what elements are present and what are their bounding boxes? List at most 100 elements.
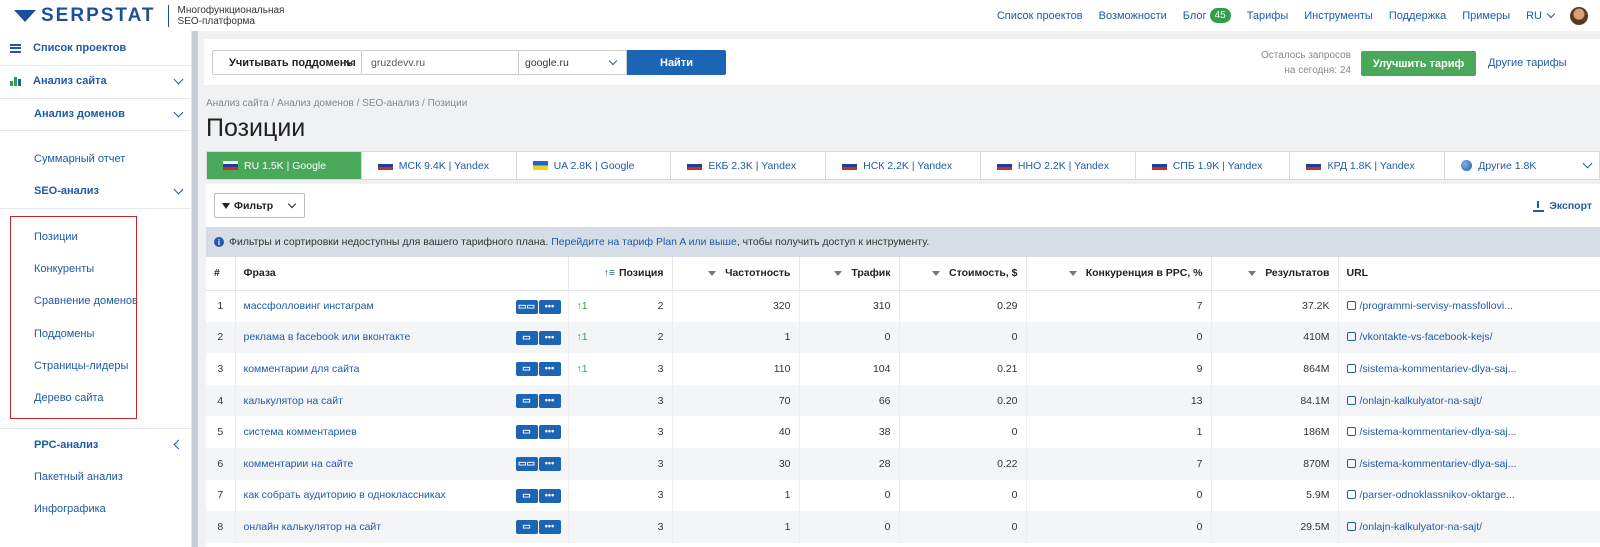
logo[interactable]: SERPSTAT Многофункциональная SEO-платфор… bbox=[14, 4, 298, 27]
tab-region-msk[interactable]: МСК 9.4K | Yandex bbox=[362, 152, 517, 179]
filter-button[interactable]: Фильтр bbox=[214, 193, 305, 218]
tab-region-nno[interactable]: ННО 2.2K | Yandex bbox=[981, 152, 1136, 179]
url-link[interactable]: /onlajn-kalkulyator-na-sajt/ bbox=[1360, 395, 1483, 407]
keyword-text[interactable]: как собрать аудиторию в одноклассниках bbox=[244, 489, 446, 501]
chevron-left-icon[interactable] bbox=[173, 439, 184, 450]
upgrade-button[interactable]: Улучшить тариф bbox=[1361, 51, 1476, 76]
url-link[interactable]: /parser-odnoklassnikov-oktarge... bbox=[1360, 489, 1515, 501]
more-icon[interactable]: ••• bbox=[538, 362, 561, 377]
nav-support[interactable]: Поддержка bbox=[1389, 10, 1446, 22]
comment-icon[interactable]: ▭ bbox=[515, 520, 538, 535]
url-cell[interactable]: /sistema-kommentariev-dlya-saj... bbox=[1338, 353, 1600, 385]
url-link[interactable]: /onlajn-kalkulyator-na-sajt/ bbox=[1360, 521, 1483, 533]
region-tabs: RU 1.5K | Google МСК 9.4K | Yandex UA 2.… bbox=[206, 151, 1600, 180]
url-cell[interactable]: /sistema-kommentariev-dlya-saj... bbox=[1338, 416, 1600, 448]
nav-projects[interactable]: Список проектов bbox=[997, 10, 1083, 22]
domain-input[interactable]: gruzdevv.ru bbox=[362, 50, 519, 75]
comment-icon[interactable]: ▭ bbox=[515, 330, 538, 345]
url-cell[interactable]: /onlajn-kalkulyator-na-sajt/ bbox=[1338, 384, 1600, 417]
row-number: 6 bbox=[206, 447, 236, 480]
keyword-phrase[interactable]: комментарии для сайта ▭ ••• bbox=[235, 353, 569, 385]
url-cell[interactable]: /sistema-kommentariev-dlya-saj... bbox=[1338, 447, 1600, 480]
keyword-text[interactable]: комментарии на сайте bbox=[244, 458, 354, 470]
subdomains-dropdown[interactable]: Учитывать поддомены bbox=[212, 50, 362, 75]
col-header-competition[interactable]: Конкуренция в PPC, % bbox=[1026, 257, 1212, 291]
url-link[interactable]: /sistema-kommentariev-dlya-saj... bbox=[1360, 458, 1517, 470]
nav-blog[interactable]: Блог 45 bbox=[1183, 8, 1231, 23]
keyword-phrase[interactable]: онлайн калькулятор на сайт ▭ ••• bbox=[235, 511, 569, 543]
col-header-position[interactable]: ↑≡ Позиция bbox=[568, 257, 673, 291]
tab-region-nsk[interactable]: НСК 2.2K | Yandex bbox=[826, 152, 981, 179]
keyword-phrase[interactable]: система комментариев ▭ ••• bbox=[235, 416, 569, 448]
keyword-text[interactable]: реклама в facebook или вконтакте bbox=[244, 331, 411, 343]
more-icon[interactable]: ••• bbox=[538, 299, 561, 314]
keyword-text[interactable]: калькулятор на сайт bbox=[244, 395, 343, 407]
col-header-results[interactable]: Результатов bbox=[1211, 257, 1339, 291]
more-icon[interactable]: ••• bbox=[538, 456, 561, 471]
url-link[interactable]: /sistema-kommentariev-dlya-saj... bbox=[1360, 426, 1517, 438]
url-cell[interactable]: /vkontakte-vs-facebook-kejs/ bbox=[1338, 321, 1600, 354]
chevron-down-icon[interactable] bbox=[173, 74, 184, 85]
sidebar-item-seo-analysis[interactable]: SEO-анализ bbox=[0, 183, 192, 199]
tab-region-krd[interactable]: КРД 1.8K | Yandex bbox=[1290, 152, 1446, 179]
chevron-down-icon[interactable] bbox=[1582, 158, 1593, 169]
sort-desc-icon bbox=[834, 270, 843, 276]
col-header-cost[interactable]: Стоимость, $ bbox=[899, 257, 1027, 291]
tab-region-ru[interactable]: RU 1.5K | Google bbox=[207, 152, 362, 179]
comment-icon[interactable]: ▭ bbox=[515, 393, 538, 408]
keyword-phrase[interactable]: массфолловинг инстаграм ▭▭ ••• bbox=[235, 290, 569, 322]
url-link[interactable]: /vkontakte-vs-facebook-kejs/ bbox=[1360, 331, 1493, 343]
col-header-traffic[interactable]: Трафик bbox=[799, 257, 900, 291]
more-icon[interactable]: ••• bbox=[538, 520, 561, 535]
comment-icon[interactable]: ▭ bbox=[515, 488, 538, 503]
keyword-phrase[interactable]: комментарии на сайте ▭▭ ••• bbox=[235, 447, 569, 480]
more-icon[interactable]: ••• bbox=[538, 488, 561, 503]
keyword-phrase[interactable]: калькулятор на сайт ▭ ••• bbox=[235, 384, 569, 417]
nav-features[interactable]: Возможности bbox=[1099, 10, 1167, 22]
chevron-down-icon[interactable] bbox=[173, 184, 184, 195]
sidebar-item-summary[interactable]: Суммарный отчет bbox=[0, 151, 192, 167]
nav-examples[interactable]: Примеры bbox=[1462, 10, 1510, 22]
url-link[interactable]: /sistema-kommentariev-dlya-saj... bbox=[1360, 363, 1517, 375]
col-header-frequency[interactable]: Частотность bbox=[672, 257, 800, 291]
keyword-text[interactable]: комментарии для сайта bbox=[244, 363, 360, 375]
comment-icon[interactable]: ▭ bbox=[515, 425, 538, 440]
keyword-text[interactable]: онлайн калькулятор на сайт bbox=[244, 521, 382, 533]
url-cell[interactable]: /programmi-servisy-massfollovi... bbox=[1338, 290, 1600, 322]
find-button[interactable]: Найти bbox=[627, 50, 726, 75]
chevron-down-icon[interactable] bbox=[173, 107, 184, 118]
position-cell: 3 bbox=[568, 447, 673, 480]
sidebar-item-site-analysis[interactable]: Анализ сайта bbox=[0, 73, 192, 89]
more-icon[interactable]: ••• bbox=[538, 425, 561, 440]
url-cell[interactable]: /onlajn-kalkulyator-na-sajt/ bbox=[1338, 511, 1600, 543]
export-button[interactable]: Экспорт bbox=[1533, 200, 1592, 212]
keyword-phrase[interactable]: как собрать аудиторию в одноклассниках ▭ •… bbox=[235, 479, 569, 512]
more-icon[interactable]: ••• bbox=[538, 330, 561, 345]
search-engine-select[interactable]: google.ru bbox=[519, 50, 627, 75]
upgrade-plan-link[interactable]: Перейдите на тариф Plan A или выше bbox=[551, 236, 737, 248]
nav-tools[interactable]: Инструменты bbox=[1304, 10, 1373, 22]
comment-icon[interactable]: ▭ bbox=[515, 362, 538, 377]
keyword-text[interactable]: система комментариев bbox=[244, 426, 357, 438]
other-tariffs-link[interactable]: Другие тарифы bbox=[1488, 57, 1567, 69]
url-link[interactable]: /programmi-servisy-massfollovi... bbox=[1360, 300, 1513, 312]
sidebar-item-projects[interactable]: Список проектов bbox=[0, 40, 192, 56]
sidebar-item-domain-analysis[interactable]: Анализ доменов bbox=[0, 106, 192, 122]
url-cell[interactable]: /parser-odnoklassnikov-oktarge... bbox=[1338, 480, 1600, 512]
avatar[interactable] bbox=[1570, 6, 1588, 25]
serp-icon[interactable]: ▭▭ bbox=[515, 299, 538, 314]
tab-region-other[interactable]: Другие 1.8K bbox=[1445, 152, 1599, 179]
tab-region-spb[interactable]: СПБ 1.9K | Yandex bbox=[1136, 152, 1291, 179]
tab-region-ua[interactable]: UA 2.8K | Google bbox=[517, 152, 672, 179]
more-icon[interactable]: ••• bbox=[538, 393, 561, 408]
keyword-phrase[interactable]: реклама в facebook или вконтакте ▭ ••• bbox=[235, 321, 569, 354]
sidebar-item-ppc[interactable]: PPC-анализ bbox=[0, 437, 192, 453]
sidebar-item-batch[interactable]: Пакетный анализ bbox=[0, 469, 192, 485]
language-select[interactable]: RU bbox=[1526, 10, 1556, 22]
serp-icon[interactable]: ▭▭ bbox=[515, 456, 538, 471]
tab-region-ekb[interactable]: ЕКБ 2.3K | Yandex bbox=[671, 152, 827, 179]
keyword-text[interactable]: массфолловинг инстаграм bbox=[244, 300, 374, 312]
sidebar-item-infographics[interactable]: Инфографика bbox=[0, 501, 192, 517]
nav-tariffs[interactable]: Тарифы bbox=[1247, 10, 1289, 22]
col-header-phrase[interactable]: Фраза bbox=[235, 257, 569, 291]
